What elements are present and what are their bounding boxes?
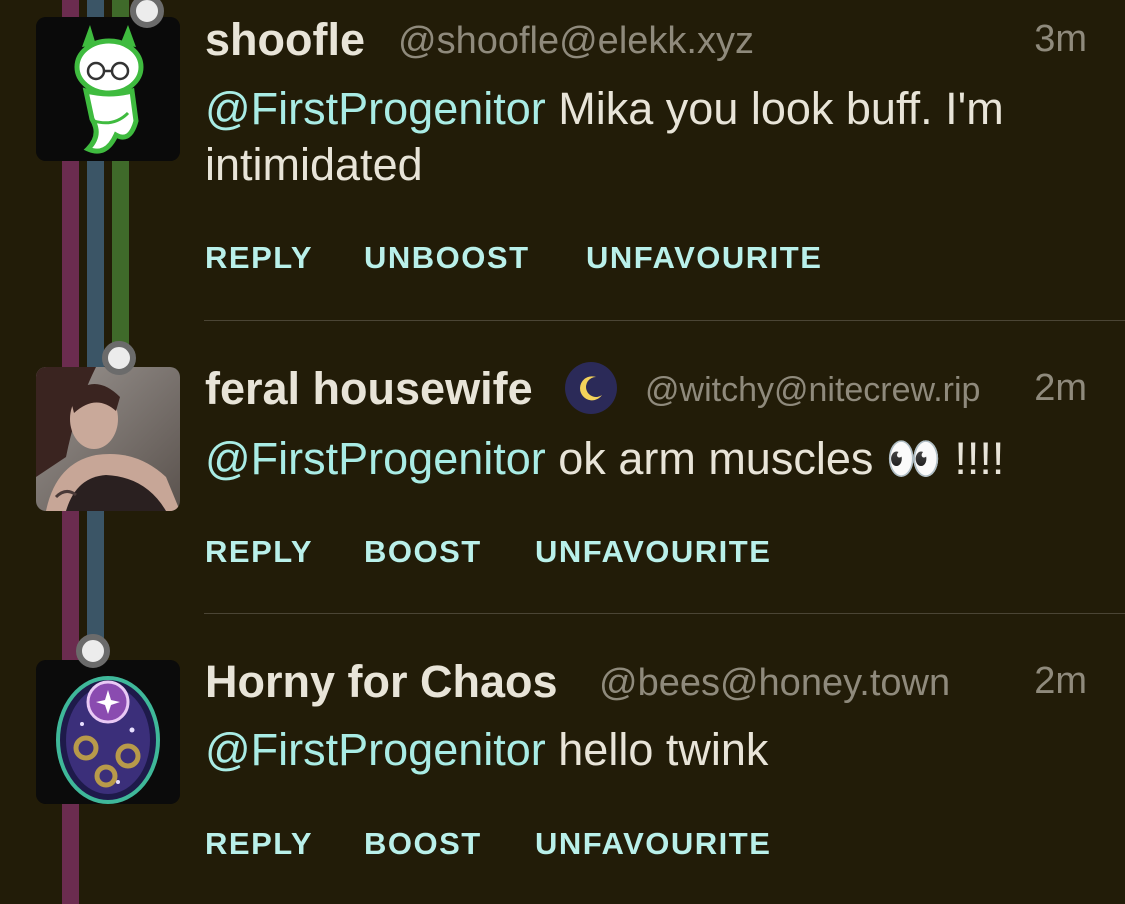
unfavourite-button[interactable]: UNFAVOURITE — [535, 826, 771, 862]
boost-button[interactable]: BOOST — [364, 826, 482, 862]
boost-button[interactable]: BOOST — [364, 534, 482, 570]
reply-button[interactable]: REPLY — [205, 826, 313, 862]
timestamp[interactable]: 2m — [1034, 367, 1087, 410]
post-feral-housewife[interactable]: feral housewife @witchy@nitecrew.rip 2m … — [0, 321, 1125, 613]
post-content: @FirstProgenitor ok arm muscles 👀 !!!! — [205, 431, 1085, 487]
unboost-button[interactable]: UNBOOST — [364, 240, 530, 276]
post-shoofle[interactable]: shoofle @shoofle@elekk.xyz 3m @FirstProg… — [0, 0, 1125, 320]
handle[interactable]: @bees@honey.town — [599, 662, 950, 705]
avatar[interactable] — [36, 660, 180, 804]
display-name[interactable]: feral housewife — [205, 363, 533, 415]
handle[interactable]: @witchy@nitecrew.rip — [645, 371, 980, 410]
status-indicator — [102, 341, 136, 375]
reply-button[interactable]: REPLY — [205, 534, 313, 570]
mention-link[interactable]: @FirstProgenitor — [205, 433, 546, 484]
post-content: @FirstProgenitor hello twink — [205, 722, 1085, 778]
cosmic-egg-avatar-icon — [36, 660, 180, 804]
unfavourite-button[interactable]: UNFAVOURITE — [535, 534, 771, 570]
reply-button[interactable]: REPLY — [205, 240, 313, 276]
post-header: shoofle @shoofle@elekk.xyz 3m — [205, 14, 1087, 74]
avatar[interactable] — [36, 367, 180, 511]
timestamp[interactable]: 2m — [1034, 660, 1087, 703]
display-name[interactable]: shoofle — [205, 14, 365, 66]
post-horny-for-chaos[interactable]: Horny for Chaos @bees@honey.town 2m @Fir… — [0, 614, 1125, 904]
avatar[interactable] — [36, 17, 180, 161]
timestamp[interactable]: 3m — [1034, 18, 1087, 61]
display-name[interactable]: Horny for Chaos — [205, 656, 558, 708]
ghost-with-glasses-avatar-icon — [36, 17, 180, 161]
mention-link[interactable]: @FirstProgenitor — [205, 83, 546, 134]
post-header: Horny for Chaos @bees@honey.town 2m — [205, 656, 1087, 716]
post-text-line-2: intimidated — [205, 139, 423, 190]
post-header: feral housewife @witchy@nitecrew.rip 2m — [205, 362, 1087, 423]
crescent-moon-icon — [565, 362, 617, 414]
handle[interactable]: @shoofle@elekk.xyz — [398, 20, 754, 63]
post-text: hello twink — [545, 724, 769, 775]
unfavourite-button[interactable]: UNFAVOURITE — [586, 240, 822, 276]
status-indicator — [76, 634, 110, 668]
post-text: ok arm muscles 👀 !!!! — [545, 433, 1005, 484]
mention-link[interactable]: @FirstProgenitor — [205, 724, 546, 775]
photo-avatar-icon — [36, 367, 180, 511]
post-content: @FirstProgenitor Mika you look buff. I'm… — [205, 81, 1085, 193]
post-text: Mika you look buff. I'm — [545, 83, 1004, 134]
